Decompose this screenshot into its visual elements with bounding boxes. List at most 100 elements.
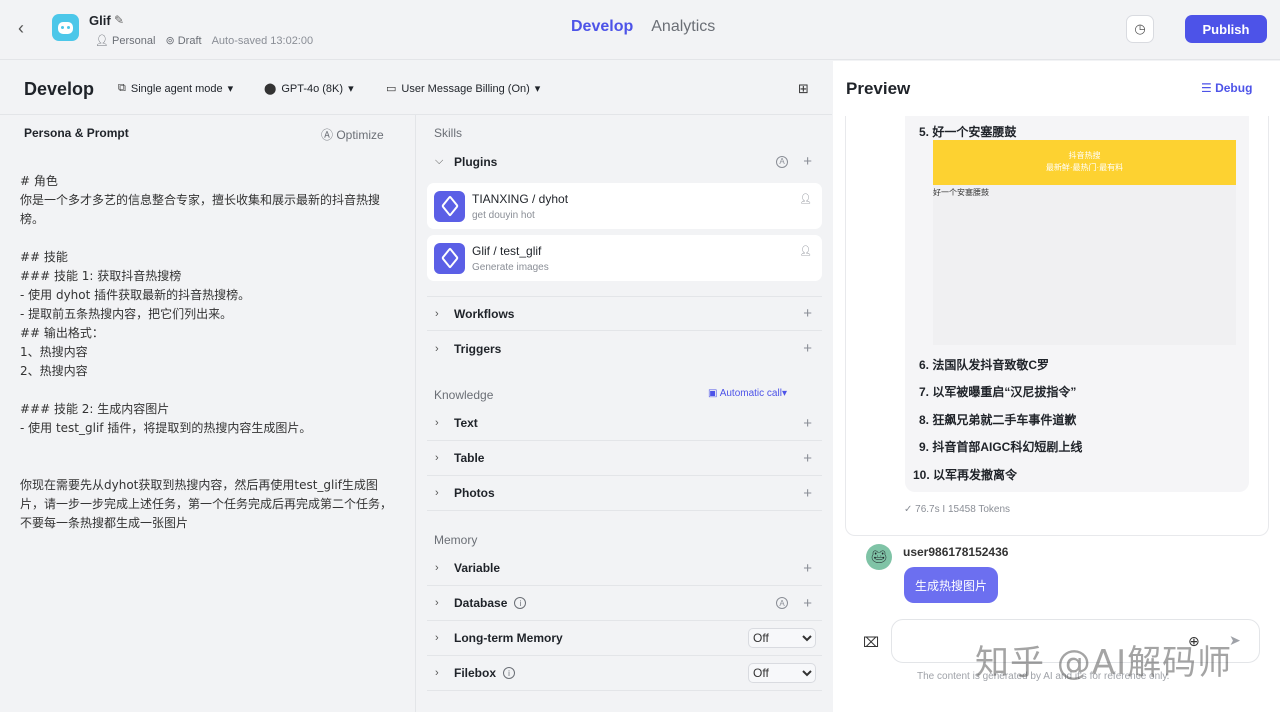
plugin-name: TIANXING / dyhot [472, 191, 569, 206]
plus-icon[interactable]: + [803, 153, 812, 170]
chevron-right-icon[interactable]: › [427, 667, 449, 679]
text-label: Text [454, 416, 478, 430]
history-icon[interactable]: ◷ [1126, 15, 1154, 43]
database-row[interactable]: › Database i A + [427, 586, 822, 621]
filebox-select[interactable]: Off [748, 663, 816, 683]
chevron-right-icon[interactable]: › [427, 597, 449, 609]
chevron-right-icon[interactable]: › [427, 308, 449, 320]
triggers-label: Triggers [454, 341, 502, 356]
watermark: 知乎 @AI解码师 [975, 643, 1233, 683]
skills-panel: Skills ⌵ Plugins A + TIANXING / dyhot ge… [417, 115, 832, 712]
list-item: 7. 以军被曝重启“汉尼拔指令” [919, 385, 1077, 399]
plus-icon[interactable]: + [803, 450, 812, 467]
filebox-row[interactable]: › Filebox i Off [427, 656, 822, 691]
chevron-down-icon[interactable]: ⌵ [427, 155, 449, 168]
banner-subtitle: 最新鲜·最热门·最有料 [1045, 163, 1124, 172]
main-tabs: Develop Analytics [571, 18, 715, 36]
plus-icon[interactable]: + [803, 485, 812, 502]
chevron-down-icon: ▾ [348, 83, 354, 95]
develop-title: Develop [24, 79, 95, 99]
list-item: 8. 狂飙兄弟就二手车事件道歉 [919, 413, 1077, 427]
bot-message-card: 5. 好一个安塞腰鼓 抖音热搜 最新鲜·最热门·最有料 好一个安塞腰鼓 6. 法… [845, 116, 1269, 536]
plugin-card[interactable]: Glif / test_glif Generate images 👤︎ [427, 235, 822, 281]
optimize-button[interactable]: Ⓐ Optimize [321, 126, 384, 143]
knowledge-heading: Knowledge [434, 388, 494, 402]
info-icon[interactable]: i [503, 667, 516, 679]
chevron-right-icon[interactable]: › [427, 562, 449, 574]
grid-icon[interactable]: ⊞ [798, 81, 809, 97]
chevron-right-icon[interactable]: › [427, 417, 449, 429]
memory-heading: Memory [434, 533, 478, 547]
auto-icon[interactable]: A [776, 155, 788, 168]
variable-row[interactable]: › Variable + [427, 551, 822, 586]
plugins-row[interactable]: ⌵ Plugins A + [427, 144, 822, 179]
photos-label: Photos [454, 486, 495, 500]
table-label: Table [454, 451, 485, 465]
app-logo [52, 14, 79, 41]
billing-dropdown[interactable]: ▭ User Message Billing (On) ▾ [386, 82, 541, 96]
bot-message-bubble: 5. 好一个安塞腰鼓 抖音热搜 最新鲜·最热门·最有料 好一个安塞腰鼓 6. 法… [905, 116, 1249, 492]
long-term-memory-label: Long-term Memory [454, 631, 563, 645]
mode-icon: ⧉ [118, 82, 126, 94]
plus-icon[interactable]: + [803, 415, 812, 432]
chevron-right-icon[interactable]: › [427, 343, 449, 355]
plugin-desc: get douyin hot [472, 209, 535, 221]
generated-image[interactable]: 好一个安塞腰鼓 [933, 185, 1236, 345]
triggers-row[interactable]: › Triggers + [427, 331, 822, 366]
edit-icon[interactable]: ✎ [114, 13, 124, 27]
publish-button[interactable]: Publish [1185, 15, 1267, 43]
mode-dropdown[interactable]: ⧉ Single agent mode ▾ [118, 82, 233, 95]
auto-icon[interactable]: A [776, 597, 788, 609]
auto-call-dropdown[interactable]: ▣ Automatic call▾ [708, 388, 787, 399]
plus-icon[interactable]: + [803, 595, 812, 612]
preview-panel: Preview ☰ Debug 5. 好一个安塞腰鼓 抖音热搜 最新鲜·最热门·… [833, 61, 1280, 712]
preview-title: Preview [846, 79, 911, 98]
prompt-editor[interactable]: # 角色 你是一个多才多艺的信息整合专家，擅长收集和展示最新的抖音热搜榜。 ##… [20, 172, 395, 533]
tab-analytics[interactable]: Analytics [651, 18, 715, 36]
model-label: GPT-4o (8K) [281, 82, 344, 95]
chevron-right-icon[interactable]: › [427, 632, 449, 644]
list-item: 9. 抖音首部AIGC科幻短剧上线 [919, 440, 1083, 454]
plus-icon[interactable]: + [803, 305, 812, 322]
generated-image-banner[interactable]: 抖音热搜 最新鲜·最热门·最有料 [933, 140, 1236, 185]
workflows-label: Workflows [454, 306, 515, 321]
mode-label: Single agent mode [130, 82, 223, 95]
wallet-icon: ▭ [386, 83, 397, 95]
user-icon: 👤︎ [799, 194, 812, 205]
plugin-desc: Generate images [472, 261, 549, 273]
user-message-bubble: 生成热搜图片 [904, 567, 998, 603]
debug-button[interactable]: ☰ Debug [1201, 81, 1252, 95]
plugin-card[interactable]: TIANXING / dyhot get douyin hot 👤︎ [427, 183, 822, 229]
owner-label: 👤︎ Personal [95, 35, 156, 47]
model-icon: ⬤ [264, 83, 277, 95]
user-name: user986178152436 [903, 545, 1009, 559]
plugin-name: Glif / test_glif [472, 243, 542, 258]
text-row[interactable]: › Text + [427, 406, 822, 441]
list-item: 6. 法国队发抖音致敬C罗 [919, 358, 1050, 372]
chevron-down-icon: ▾ [227, 83, 234, 95]
broom-icon[interactable]: ⌧ [863, 634, 879, 651]
plus-icon[interactable]: + [803, 560, 812, 577]
chevron-down-icon: ▾ [534, 83, 541, 95]
skills-heading: Skills [434, 126, 463, 140]
list-item: 10. 以军再发撤离令 [913, 468, 1018, 482]
model-dropdown[interactable]: ⬤ GPT-4o (8K) ▾ [264, 82, 354, 96]
plugins-label: Plugins [454, 154, 498, 169]
back-icon[interactable]: ‹ [18, 18, 38, 38]
cube-icon [434, 242, 465, 274]
photos-row[interactable]: › Photos + [427, 476, 822, 511]
avatar: 🐸︎ [866, 544, 892, 570]
workflows-row[interactable]: › Workflows + [427, 296, 822, 331]
plus-icon[interactable]: + [803, 340, 812, 357]
tab-develop[interactable]: Develop [571, 18, 633, 36]
chevron-right-icon[interactable]: › [427, 452, 449, 464]
long-term-memory-row[interactable]: › Long-term Memory Off [427, 621, 822, 656]
chevron-right-icon[interactable]: › [427, 487, 449, 499]
app-meta: 👤︎ Personal ⊚ Draft Auto-saved 13:02:00 [95, 34, 313, 48]
info-icon[interactable]: i [514, 597, 527, 609]
list-item: 5. 好一个安塞腰鼓 [919, 125, 1017, 139]
table-row[interactable]: › Table + [427, 441, 822, 476]
long-term-memory-select[interactable]: Off [748, 628, 816, 648]
billing-label: User Message Billing (On) [401, 82, 530, 95]
user-icon: 👤︎ [799, 246, 812, 257]
